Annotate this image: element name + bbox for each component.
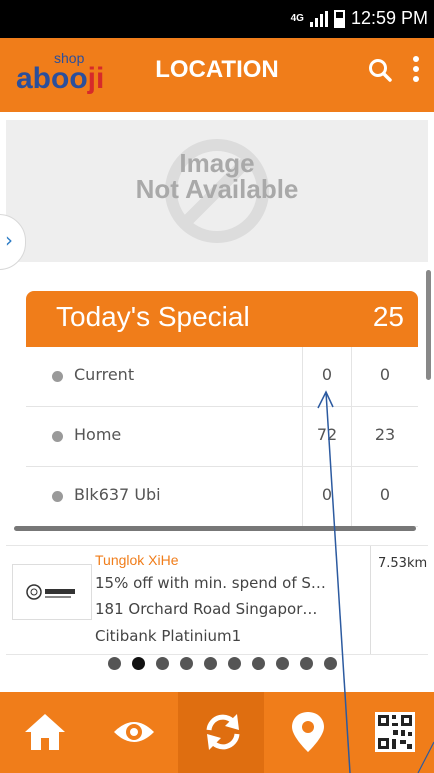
location-value-1: 72 (316, 425, 338, 444)
listing-divider (370, 546, 371, 654)
bullet-icon (52, 431, 63, 442)
network-indicator: 4G (290, 13, 304, 24)
location-value-2: 23 (374, 425, 396, 444)
overflow-menu-icon[interactable] (412, 56, 420, 82)
nav-view[interactable] (89, 692, 175, 773)
clock: 12:59 PM (350, 8, 428, 28)
chevron-right-icon: › (5, 228, 13, 252)
page-dot[interactable] (324, 657, 337, 670)
bottom-navigation (0, 692, 434, 773)
page-indicator[interactable] (108, 657, 337, 670)
signal-icon (309, 10, 328, 27)
nav-refresh[interactable] (178, 692, 264, 773)
card-text: Citibank Platinium1 (95, 627, 242, 645)
card-header: Today's Special 25 (26, 291, 418, 347)
merchant-logo (12, 564, 92, 620)
location-value-2: 0 (379, 365, 391, 384)
distance-label: 7.53km (378, 556, 428, 571)
nav-location[interactable] (263, 692, 349, 773)
location-label: Blk637 Ubi (74, 485, 161, 504)
offer-text: 15% off with min. spend of S… (95, 574, 326, 592)
merchant-name[interactable]: Tunglok XiHe (95, 552, 179, 568)
location-pin-icon (292, 712, 324, 752)
page-dot[interactable] (108, 657, 121, 670)
image-placeholder: Image Not Available (6, 120, 428, 262)
column-divider (302, 347, 303, 527)
address-text: 181 Orchard Road Singapor… (95, 600, 318, 618)
status-bar: 4G 12:59 PM (0, 0, 434, 38)
image-placeholder-text: Image Not Available (135, 148, 299, 204)
column-divider (351, 347, 352, 527)
location-value-1: 0 (321, 485, 333, 504)
merchant-logo-mark (26, 584, 75, 600)
location-value-1: 0 (321, 365, 333, 384)
page-dot[interactable] (204, 657, 217, 670)
deal-list-item[interactable]: Tunglok XiHe 15% off with min. spend of … (6, 545, 428, 655)
refresh-icon (206, 714, 240, 750)
page-dot[interactable] (252, 657, 265, 670)
page-dot[interactable] (132, 657, 145, 670)
search-icon[interactable] (368, 58, 392, 82)
vertical-scrollbar[interactable] (426, 270, 431, 380)
page-dot[interactable] (276, 657, 289, 670)
page-dot[interactable] (228, 657, 241, 670)
location-label: Home (74, 425, 122, 444)
bullet-icon (52, 371, 63, 382)
special-count: 25 (372, 301, 404, 332)
location-value-2: 0 (379, 485, 391, 504)
page-dot[interactable] (156, 657, 169, 670)
page-dot[interactable] (300, 657, 313, 670)
bullet-icon (52, 491, 63, 502)
app-bar: shop abooji LOCATION (0, 38, 434, 112)
location-row[interactable]: Current 0 0 (26, 347, 418, 407)
horizontal-scrollbar[interactable] (14, 526, 416, 531)
location-row[interactable]: Home 72 23 (26, 407, 418, 467)
nav-qr[interactable] (350, 692, 434, 773)
nav-home[interactable] (0, 692, 86, 773)
eye-icon (114, 722, 154, 742)
page-dot[interactable] (180, 657, 193, 670)
location-label: Current (74, 365, 135, 384)
todays-special-card: Today's Special 25 Current 0 0 Home 72 2… (26, 291, 418, 531)
card-title: Today's Special (56, 301, 250, 332)
location-row[interactable]: Blk637 Ubi 0 0 (26, 467, 418, 527)
home-icon (25, 714, 65, 750)
battery-icon (333, 9, 345, 28)
qr-code-icon (375, 712, 415, 752)
